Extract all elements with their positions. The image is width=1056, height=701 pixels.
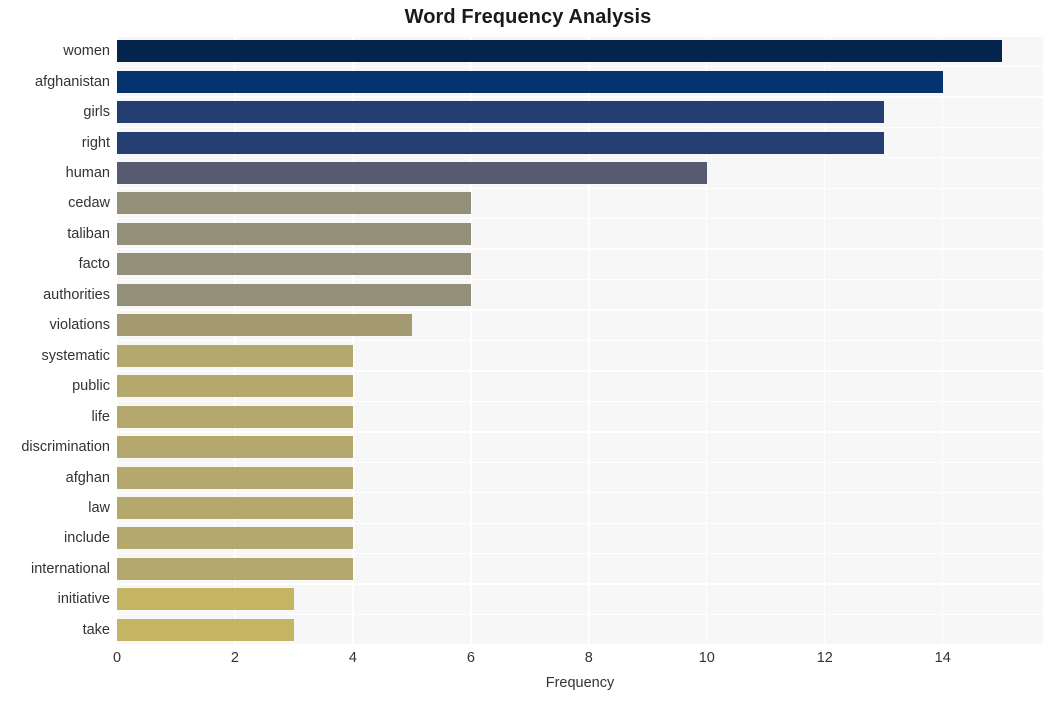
gridline-horizontal xyxy=(117,278,1043,281)
y-axis-tick-label: life xyxy=(91,408,110,425)
x-axis-tick-label: 2 xyxy=(230,650,239,666)
y-axis-tick-label: law xyxy=(88,499,110,516)
bar xyxy=(117,101,884,124)
bar xyxy=(117,40,1002,63)
gridline-horizontal xyxy=(117,157,1043,159)
bar xyxy=(117,70,943,93)
gridline-horizontal xyxy=(117,309,1043,311)
y-axis-tick-label: women xyxy=(63,43,110,60)
x-axis-tick-label: 10 xyxy=(698,650,715,666)
chart-title: Word Frequency Analysis xyxy=(404,6,652,28)
y-axis-tick-label: authorities xyxy=(43,286,110,303)
x-axis-tick-label: 12 xyxy=(816,650,833,666)
bar xyxy=(117,405,353,428)
y-axis-tick-label: cedaw xyxy=(68,195,110,212)
gridline-horizontal xyxy=(117,248,1043,250)
gridline-horizontal xyxy=(117,613,1043,616)
y-axis-tick-label: afghanistan xyxy=(35,73,110,90)
gridline-horizontal xyxy=(117,370,1043,372)
bar xyxy=(117,222,471,245)
gridline-horizontal xyxy=(117,96,1043,98)
x-axis-tick-label: 8 xyxy=(584,650,593,666)
bar xyxy=(117,162,707,185)
x-axis-label: Frequency xyxy=(545,675,615,691)
x-axis-tick-label: 0 xyxy=(112,650,122,666)
bar xyxy=(117,557,353,580)
y-axis-tick-label: right xyxy=(81,134,110,151)
x-axis-tick-label: 14 xyxy=(934,650,951,666)
plot-area xyxy=(117,36,1043,645)
y-axis-tick-label: facto xyxy=(78,256,110,273)
gridline-horizontal xyxy=(117,36,1043,37)
y-axis-tick-label: initiative xyxy=(57,591,110,608)
bar xyxy=(117,314,412,337)
bar xyxy=(117,344,353,367)
bar xyxy=(117,436,353,459)
gridline-horizontal xyxy=(117,187,1043,189)
gridline-horizontal xyxy=(117,644,1043,645)
y-axis-tick-label: include xyxy=(64,530,110,547)
y-axis-tick-label: international xyxy=(31,560,110,577)
y-axis-tick-label: taliban xyxy=(67,225,110,242)
y-axis-tick-label: take xyxy=(82,621,110,638)
bar xyxy=(117,466,353,489)
y-axis-tick-label: systematic xyxy=(41,347,111,364)
bar xyxy=(117,192,471,215)
gridline-horizontal xyxy=(117,583,1043,585)
gridline-horizontal xyxy=(117,339,1043,342)
gridline-horizontal xyxy=(117,431,1043,433)
y-axis-tick-label: public xyxy=(72,378,110,395)
gridline-horizontal xyxy=(117,552,1043,555)
bar xyxy=(117,618,294,641)
x-axis-tick-labels: 0 2 4 6 8 10 12 14 xyxy=(0,650,1056,670)
y-axis-tick-label: discrimination xyxy=(21,439,110,456)
gridline-horizontal xyxy=(117,126,1043,129)
y-axis-tick-label: violations xyxy=(49,317,110,334)
gridline-horizontal xyxy=(117,522,1043,524)
bar xyxy=(117,131,884,154)
chart-figure: Word Frequency Analysis women afghanistan… xyxy=(0,0,1056,701)
x-axis-tick-label: 4 xyxy=(348,650,357,666)
y-axis-tick-label: human xyxy=(65,165,110,182)
gridline-horizontal xyxy=(117,218,1043,220)
gridline-horizontal xyxy=(117,492,1043,494)
bar xyxy=(117,283,471,306)
bar xyxy=(117,496,353,519)
bar xyxy=(117,588,294,611)
bar xyxy=(117,527,353,550)
gridline-horizontal xyxy=(117,461,1043,463)
y-axis-tick-labels: women afghanistan girls right human cedaw tali… xyxy=(0,36,110,645)
gridline-horizontal xyxy=(117,65,1043,68)
bar xyxy=(117,375,353,398)
x-axis-tick-label: 6 xyxy=(466,650,475,666)
y-axis-tick-label: afghan xyxy=(65,469,110,486)
y-axis-tick-label: girls xyxy=(83,104,110,121)
bar xyxy=(117,253,471,276)
gridline-horizontal xyxy=(117,400,1043,403)
